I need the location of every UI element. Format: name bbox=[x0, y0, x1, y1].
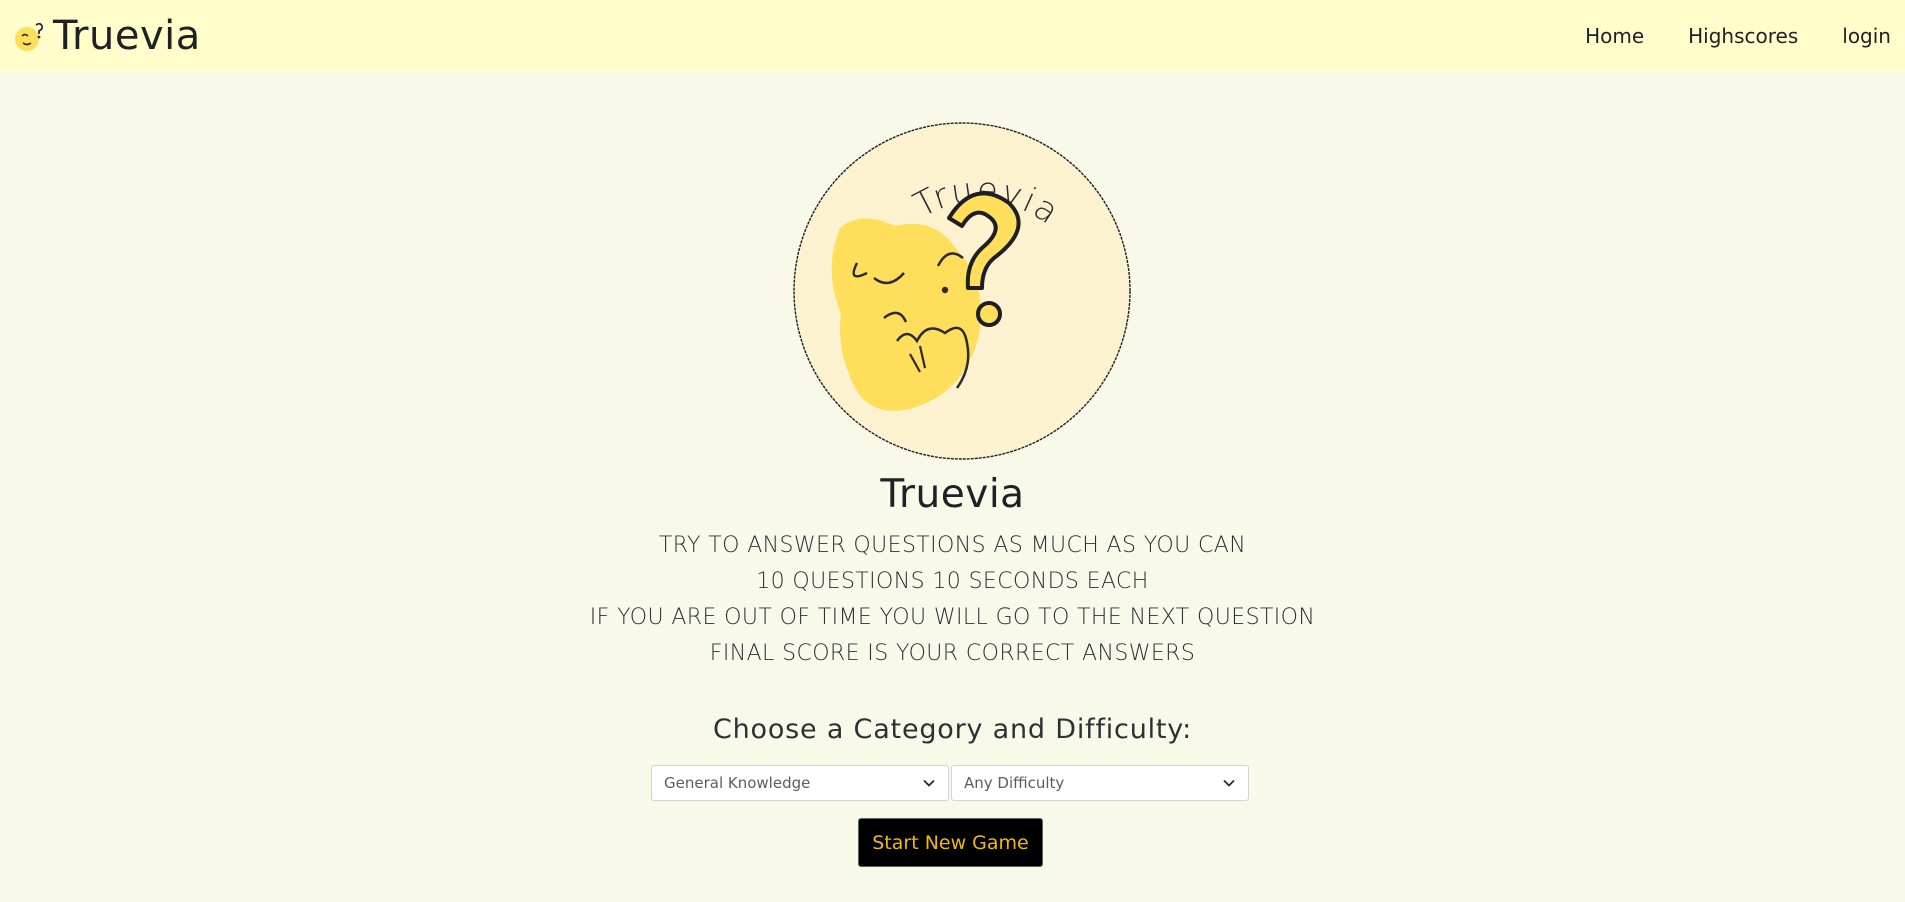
rule-line: IF YOU ARE OUT OF TIME YOU WILL GO TO TH… bbox=[589, 605, 1316, 630]
rule-line: 10 QUESTIONS 10 SECONDS EACH bbox=[756, 569, 1149, 594]
nav-home-link[interactable]: Home bbox=[1585, 24, 1644, 48]
chevron-down-icon bbox=[923, 779, 935, 787]
thinking-face-icon bbox=[15, 22, 44, 51]
chevron-down-icon bbox=[1223, 779, 1235, 787]
brand-name: Truevia bbox=[53, 12, 201, 59]
nav-links: Home Highscores login bbox=[1541, 24, 1891, 48]
difficulty-select[interactable]: Any Difficulty bbox=[951, 765, 1249, 801]
page-title: Truevia bbox=[880, 472, 1025, 517]
difficulty-select-value: Any Difficulty bbox=[964, 774, 1065, 792]
start-new-game-button[interactable]: Start New Game bbox=[858, 818, 1043, 867]
nav-highscores-link[interactable]: Highscores bbox=[1688, 24, 1798, 48]
category-select[interactable]: General Knowledge bbox=[651, 765, 949, 801]
choose-label: Choose a Category and Difficulty: bbox=[712, 714, 1193, 745]
rules-list: TRY TO ANSWER QUESTIONS AS MUCH AS YOU C… bbox=[0, 528, 1905, 672]
rule-line: TRY TO ANSWER QUESTIONS AS MUCH AS YOU C… bbox=[658, 533, 1247, 558]
truevia-logo: Truevia bbox=[792, 118, 1132, 464]
rule-line: FINAL SCORE IS YOUR CORRECT ANSWERS bbox=[709, 641, 1196, 666]
nav-login-link[interactable]: login bbox=[1842, 24, 1891, 48]
brand-link[interactable]: Truevia bbox=[12, 13, 201, 59]
top-navbar: Truevia Home Highscores login bbox=[0, 0, 1905, 71]
category-select-value: General Knowledge bbox=[664, 774, 811, 792]
